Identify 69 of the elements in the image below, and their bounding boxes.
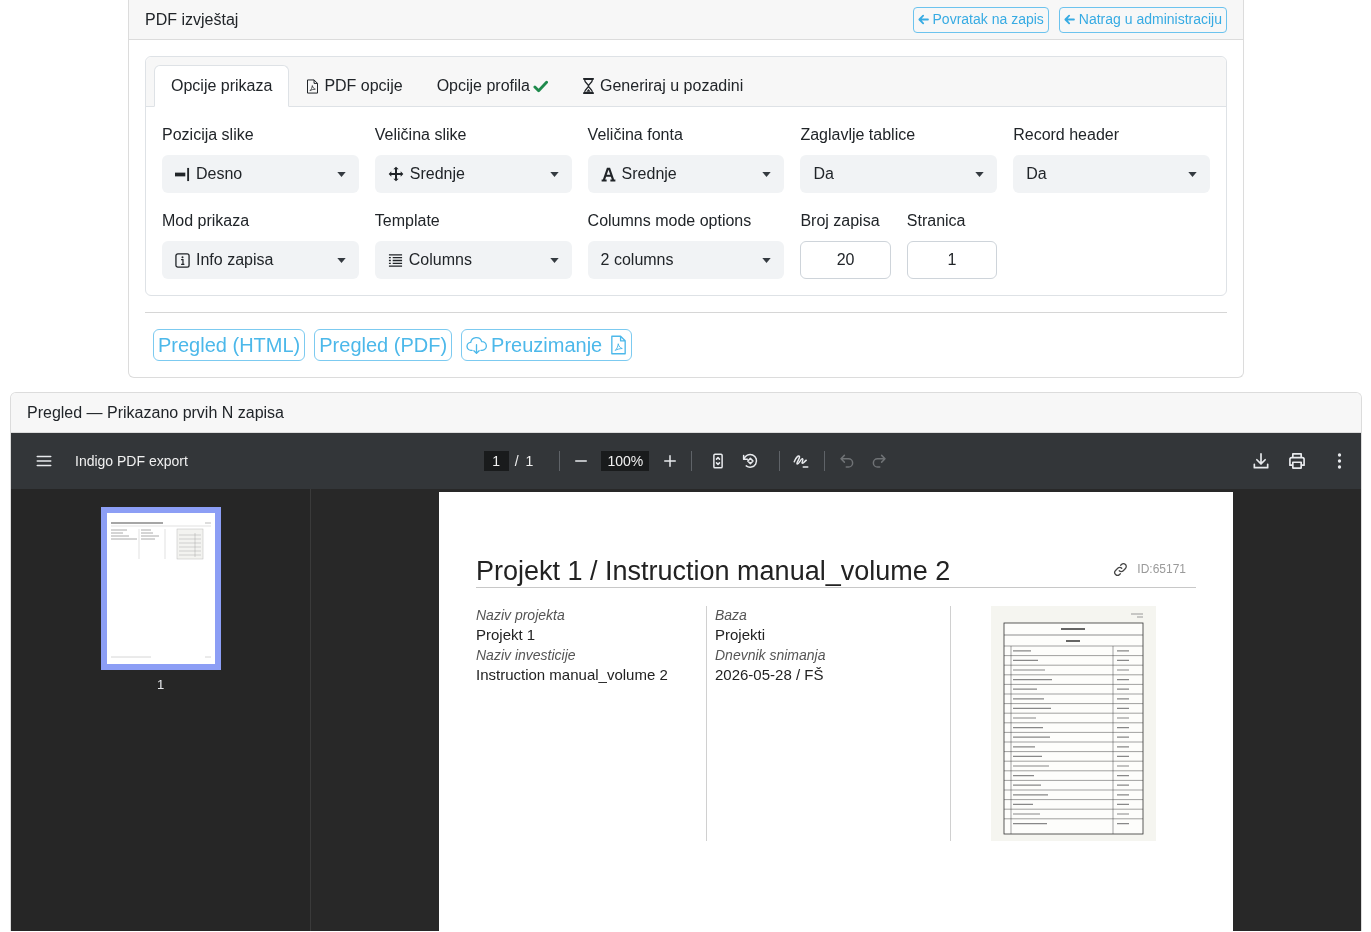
download-icon[interactable]: [1251, 451, 1271, 471]
field-label: Stranica: [906, 211, 967, 231]
number-input[interactable]: 20: [800, 241, 891, 279]
page-thumbnail[interactable]: [100, 507, 221, 670]
field-label: Mod prikaza: [162, 211, 251, 231]
caret-down-icon: [549, 171, 559, 177]
field-value: Projekt 1: [476, 625, 536, 644]
caret-down-icon: [336, 257, 346, 263]
card-title: Pregled — Prikazano prvih N zapisa: [27, 402, 284, 423]
link-icon[interactable]: [1113, 561, 1129, 577]
field-label: Template: [374, 211, 441, 231]
select-field[interactable]: Info zapisa: [162, 241, 359, 279]
field-label: Broj zapisa: [800, 211, 881, 231]
tab[interactable]: Opcije profila: [419, 65, 565, 107]
field-value: Projekti: [715, 625, 766, 644]
page-separator: /: [514, 451, 519, 471]
select-field[interactable]: 2 columns: [587, 241, 785, 279]
cloud-download-icon: [466, 334, 488, 356]
field-label: Dnevnik snimanja: [715, 646, 826, 665]
zoom-input[interactable]: 100%: [601, 451, 650, 471]
tab[interactable]: Opcije prikaza: [154, 65, 290, 107]
number-input[interactable]: 1: [906, 241, 998, 279]
page-count: 1: [525, 451, 534, 471]
arrow-left-icon: [917, 14, 929, 25]
tab[interactable]: PDF opcije: [289, 65, 420, 107]
print-icon[interactable]: [1287, 451, 1307, 471]
caret-down-icon: [975, 171, 985, 177]
select-field[interactable]: Da: [800, 155, 998, 193]
field-label: Baza: [715, 606, 747, 625]
move-arrows-icon: [387, 166, 404, 182]
field-value: 2026-05-28 / FŠ: [715, 665, 824, 684]
select-field[interactable]: Srednje: [374, 155, 572, 193]
field-label: Naziv projekta: [476, 606, 565, 625]
arrow-left-icon: [1063, 14, 1075, 25]
caret-down-icon: [549, 257, 559, 263]
hourglass-icon: [582, 78, 595, 94]
font-icon: [600, 166, 616, 182]
caret-down-icon: [336, 171, 346, 177]
more-options-icon[interactable]: [1337, 452, 1342, 470]
caret-down-icon: [762, 171, 772, 177]
tab[interactable]: Generiraj u pozadini: [565, 65, 761, 107]
field-label: Veličina slike: [374, 125, 468, 145]
field-label: Columns mode options: [587, 211, 753, 231]
caret-down-icon: [1188, 171, 1197, 177]
align-right-icon: [175, 166, 190, 182]
page-number-input[interactable]: 1: [483, 451, 509, 471]
select-field[interactable]: Da: [1013, 155, 1210, 193]
info-icon: [175, 252, 190, 268]
document-title: Indigo PDF export: [75, 451, 188, 471]
field-label: Pozicija slike: [162, 125, 255, 145]
caret-down-icon: [762, 257, 772, 263]
rotate-icon[interactable]: [741, 452, 760, 470]
thumbnail-label: 1: [156, 676, 165, 694]
select-field[interactable]: Srednje: [587, 155, 785, 193]
field-label: Record header: [1013, 125, 1121, 145]
record-id: ID:65171: [1137, 561, 1186, 578]
field-value: Instruction manual_volume 2: [476, 665, 668, 684]
draw-icon[interactable]: [792, 452, 811, 470]
field-label: Veličina fonta: [587, 125, 684, 145]
pdf-file-icon: [306, 78, 320, 94]
record-title: Projekt 1 / Instruction manual_volume 2: [476, 556, 951, 587]
card-title: PDF izvještaj: [145, 9, 239, 30]
list-icon: [387, 252, 403, 268]
check-icon: [533, 78, 548, 94]
field-label: Naziv investicije: [476, 646, 576, 665]
pdf-file-icon: [610, 335, 628, 355]
select-field[interactable]: Columns: [374, 241, 572, 279]
select-field[interactable]: Desno: [162, 155, 359, 193]
field-label: Zaglavlje tablice: [800, 125, 917, 145]
